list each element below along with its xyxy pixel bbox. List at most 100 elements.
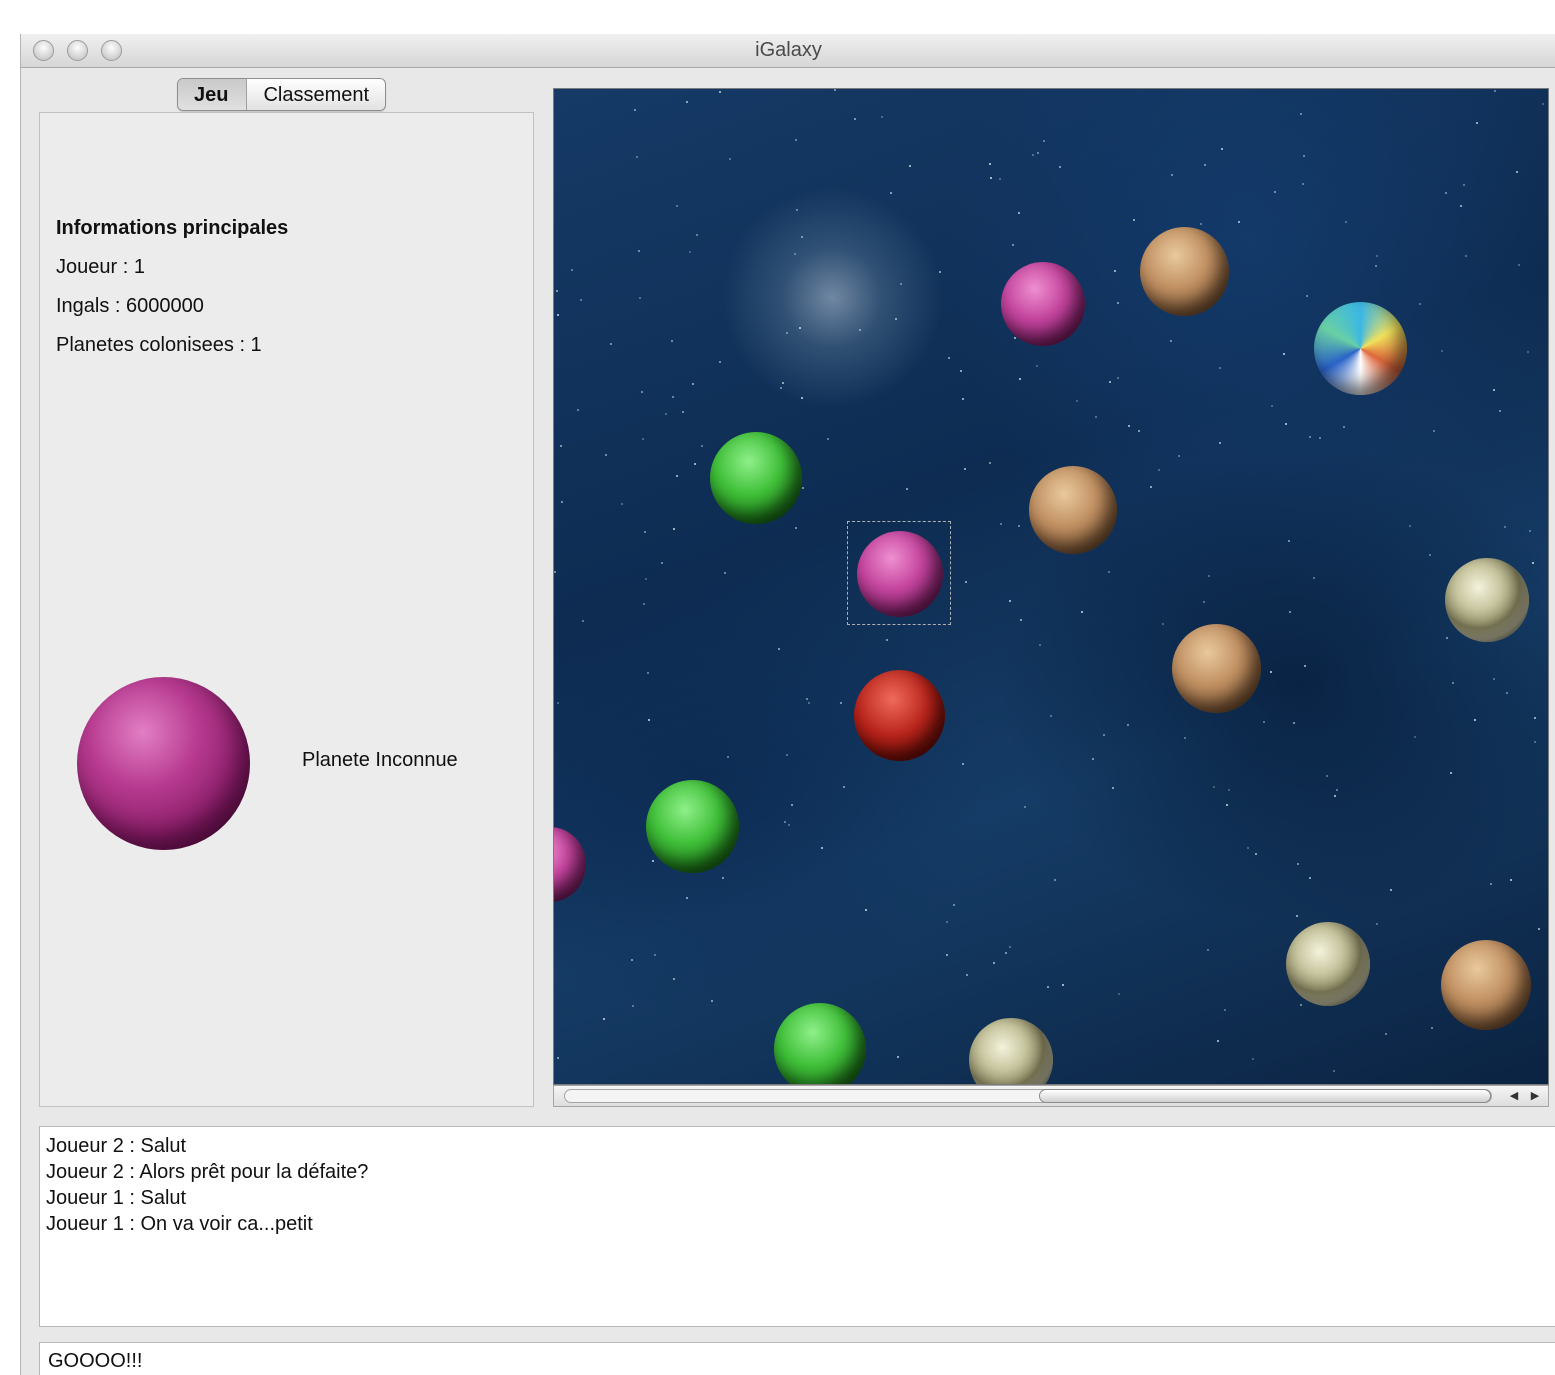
star-speck [1043, 140, 1045, 142]
star-speck [1333, 1070, 1335, 1072]
star-speck [843, 786, 845, 788]
star-speck [1518, 264, 1520, 266]
star-speck [582, 620, 584, 622]
star-speck [694, 463, 696, 465]
star-speck [631, 959, 633, 961]
star-speck [1343, 426, 1345, 428]
planet-moon[interactable] [969, 1018, 1053, 1084]
planet-pink[interactable] [1001, 262, 1085, 346]
star-speck [676, 205, 678, 207]
star-speck [644, 531, 646, 533]
scroll-thumb[interactable] [1039, 1089, 1491, 1103]
star-speck [1306, 295, 1308, 297]
star-speck [854, 118, 856, 120]
star-speck [1474, 719, 1476, 721]
star-speck [1150, 486, 1152, 488]
star-speck [1208, 575, 1210, 577]
star-speck [686, 897, 688, 899]
scroll-right-icon[interactable]: ▶ [1526, 1087, 1544, 1105]
star-speck [906, 488, 908, 490]
star-speck [799, 327, 801, 329]
planet-red[interactable] [854, 670, 945, 761]
star-speck [1133, 219, 1135, 221]
star-speck [636, 156, 638, 158]
star-speck [1506, 692, 1508, 694]
star-speck [1252, 1058, 1254, 1060]
chat-input-field[interactable]: GOOOO!!! [39, 1342, 1555, 1375]
star-speck [1024, 806, 1026, 808]
star-speck [1138, 430, 1140, 432]
star-speck [1293, 722, 1295, 724]
tab-jeu[interactable]: Jeu [178, 79, 248, 110]
star-speck [1036, 365, 1038, 367]
planet-pink-edge[interactable] [554, 827, 586, 902]
star-speck [1226, 804, 1228, 806]
star-speck [948, 357, 950, 359]
star-speck [1429, 554, 1431, 556]
planet-green[interactable] [774, 1003, 866, 1084]
star-speck [1224, 1009, 1226, 1011]
star-speck [647, 672, 649, 674]
star-speck [993, 962, 995, 964]
tab-classement[interactable]: Classement [247, 79, 385, 110]
star-speck [1534, 741, 1536, 743]
star-speck [1221, 148, 1223, 150]
star-speck [1019, 378, 1021, 380]
star-speck [1409, 525, 1411, 527]
star-speck [802, 487, 804, 489]
star-speck [966, 974, 968, 976]
star-speck [1047, 986, 1049, 988]
colonized-label: Planetes colonisees : 1 [56, 334, 262, 356]
planet-brown[interactable] [1441, 940, 1531, 1030]
star-speck [1020, 619, 1022, 621]
star-speck [1095, 416, 1097, 418]
planet-brown[interactable] [1172, 624, 1261, 713]
star-speck [840, 702, 842, 704]
star-speck [696, 234, 698, 236]
star-speck [1039, 644, 1041, 646]
star-speck [638, 250, 640, 252]
star-speck [791, 804, 793, 806]
star-speck [946, 954, 948, 956]
star-speck [1263, 721, 1265, 723]
star-speck [1534, 717, 1536, 719]
star-speck [648, 719, 650, 721]
chat-message: Joueur 1 : On va voir ca...petit [46, 1213, 313, 1235]
star-speck [1037, 152, 1039, 154]
star-speck [808, 702, 810, 704]
chat-log[interactable]: Joueur 2 : Salut Joueur 2 : Alors prêt p… [39, 1126, 1555, 1327]
star-speck [801, 236, 803, 238]
player-label: Joueur : 1 [56, 256, 145, 278]
star-speck [1219, 442, 1221, 444]
planet-green[interactable] [710, 432, 802, 524]
planet-brown[interactable] [1029, 466, 1117, 554]
star-speck [1345, 221, 1347, 223]
info-panel: Informations principales Joueur : 1 Inga… [39, 112, 534, 1107]
planet-brown[interactable] [1140, 227, 1229, 316]
star-speck [965, 581, 967, 583]
planet-moon[interactable] [1286, 922, 1370, 1006]
selected-planet-label: Planete Inconnue [302, 749, 458, 771]
star-speck [1203, 601, 1205, 603]
planet-pink-selected[interactable] [857, 531, 943, 617]
planet-green[interactable] [646, 780, 739, 873]
star-speck [639, 297, 641, 299]
galaxy-map[interactable] [553, 88, 1549, 1085]
star-speck [689, 251, 691, 253]
planet-moon[interactable] [1445, 558, 1529, 642]
star-speck [1297, 863, 1299, 865]
star-speck [571, 269, 573, 271]
star-speck [654, 954, 656, 956]
star-speck [557, 702, 559, 704]
star-speck [1494, 90, 1496, 92]
scroll-left-icon[interactable]: ◀ [1505, 1087, 1523, 1105]
map-horizontal-scrollbar[interactable]: ◀ ▶ [553, 1085, 1549, 1107]
star-speck [1289, 611, 1291, 613]
chat-message: Joueur 2 : Alors prêt pour la défaite? [46, 1161, 369, 1183]
planet-spaceship[interactable] [1314, 302, 1407, 395]
star-speck [890, 192, 892, 194]
star-speck [672, 396, 674, 398]
star-speck [642, 438, 644, 440]
star-speck [795, 139, 797, 141]
star-speck [661, 562, 663, 564]
